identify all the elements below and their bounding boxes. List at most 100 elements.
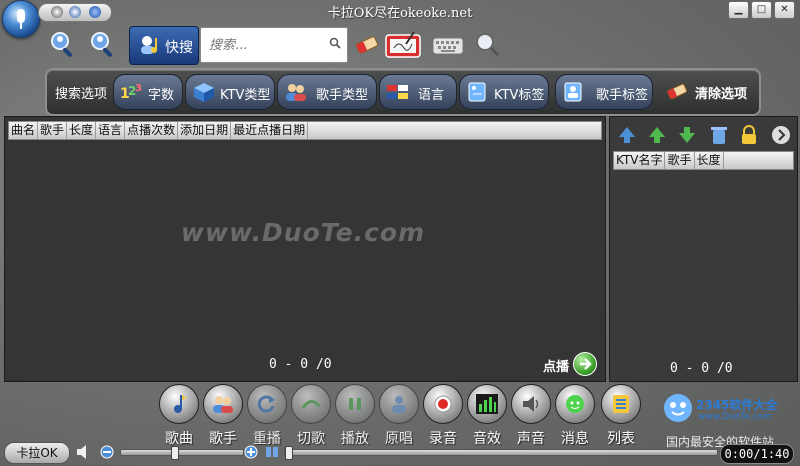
search-singer-icon[interactable] (88, 30, 118, 60)
col-singer[interactable]: 歌手 (665, 152, 695, 169)
search-input[interactable] (207, 36, 323, 54)
status-bar: 卡拉OK 0:00/1:40 (0, 440, 800, 466)
trash-icon[interactable] (708, 124, 730, 146)
playlist-panel: KTV名字 歌手 长度 0 - 0 /0 (609, 116, 798, 382)
users-icon (286, 84, 306, 101)
speaker-icon[interactable] (76, 445, 92, 459)
chevron-right-icon[interactable] (770, 124, 792, 146)
flags-icon (387, 85, 408, 99)
cube-icon (194, 83, 214, 102)
record-icon (434, 395, 452, 413)
messages-button[interactable]: 消息 (553, 384, 597, 448)
arrow-right-icon (573, 352, 597, 376)
search-box (200, 27, 348, 63)
person-icon (392, 396, 406, 413)
search-icon[interactable] (329, 37, 341, 49)
minimize-button[interactable]: ▁ (728, 1, 749, 19)
magnifier-icon[interactable] (472, 30, 502, 60)
progress-thumb[interactable] (285, 446, 293, 460)
watermark: www.DuoTe.com (180, 218, 426, 247)
person-tag-icon (564, 82, 582, 102)
eraser-icon[interactable] (352, 30, 382, 60)
handwriting-icon[interactable] (384, 30, 424, 60)
play-song-button[interactable]: 点播 (507, 352, 597, 376)
keyboard-icon[interactable] (432, 30, 464, 60)
option-language[interactable]: 语言 (379, 74, 457, 110)
lock-icon[interactable] (738, 124, 760, 146)
speaker-icon (523, 396, 539, 412)
col-play-count[interactable]: 点播次数 (125, 122, 179, 139)
replay-button[interactable]: 重播 (245, 384, 289, 448)
music-note-icon (174, 395, 187, 413)
window-title: 卡拉OK尽在okeoke.net (327, 6, 473, 21)
search-options-label: 搜索选项 (55, 87, 108, 102)
skin-icon[interactable] (69, 6, 81, 18)
quick-search-button[interactable]: 快搜 (129, 26, 199, 65)
move-up-icon[interactable] (646, 124, 668, 146)
move-down-icon[interactable] (676, 124, 698, 146)
play-song-label: 点播 (542, 360, 569, 375)
col-song-name[interactable]: 曲名 (9, 122, 39, 139)
col-date-added[interactable]: 添加日期 (178, 122, 232, 139)
option-label: 语言 (418, 88, 445, 103)
clear-options-button[interactable]: 清除选项 (659, 74, 755, 108)
next-song-button[interactable]: 切歌 (289, 384, 333, 448)
volume-thumb[interactable] (171, 446, 179, 460)
settings-icon[interactable] (51, 6, 63, 18)
close-button[interactable]: ✕ (774, 1, 795, 19)
info-icon[interactable] (89, 6, 101, 18)
col-length[interactable]: 长度 (67, 122, 97, 139)
svg-text:3: 3 (135, 83, 142, 94)
col-language[interactable]: 语言 (96, 122, 126, 139)
song-list-count: 0 - 0 /0 (269, 357, 332, 372)
progress-slider[interactable] (284, 446, 718, 460)
toolbar: 快搜 (0, 26, 800, 66)
sound-effects-button[interactable]: 音效 (465, 384, 509, 448)
option-label: 歌手类型 (316, 88, 369, 103)
playback-time: 0:00/1:40 (720, 444, 794, 464)
option-label: KTV类型 (220, 88, 271, 103)
skip-icon (301, 400, 321, 409)
users-icon (213, 396, 233, 413)
playlist-count: 0 - 0 /0 (670, 361, 733, 376)
record-button[interactable]: 录音 (421, 384, 465, 448)
option-label: 字数 (148, 88, 175, 103)
option-singer-type[interactable]: 歌手类型 (277, 74, 377, 110)
original-vocal-button[interactable]: 原唱 (377, 384, 421, 448)
volume-button[interactable]: 声音 (509, 384, 553, 448)
search-user-icon[interactable] (48, 30, 78, 60)
option-label: KTV标签 (494, 88, 545, 103)
option-singer-tag[interactable]: 歌手标签 (555, 74, 653, 110)
volume-down-icon[interactable] (100, 445, 114, 459)
replay-icon (257, 395, 275, 413)
option-ktv-tag[interactable]: KTV标签 (459, 74, 549, 110)
col-singer[interactable]: 歌手 (38, 122, 68, 139)
karaoke-button[interactable]: 卡拉OK (4, 442, 70, 464)
col-last-played[interactable]: 最近点播日期 (231, 122, 309, 139)
play-button[interactable]: 播放 (333, 384, 377, 448)
list-icon (613, 395, 629, 413)
tag-icon (468, 82, 486, 102)
clear-options-label: 清除选项 (695, 87, 748, 102)
list-button[interactable]: 列表 (599, 384, 643, 448)
chat-icon (566, 395, 584, 413)
volume-up-icon[interactable] (244, 445, 258, 459)
maximize-button[interactable]: □ (751, 1, 772, 19)
col-length[interactable]: 长度 (695, 152, 724, 169)
title-bar: 卡拉OK尽在okeoke.net ▁ □ ✕ (0, 0, 800, 22)
col-ktv-name[interactable]: KTV名字 (614, 152, 666, 169)
singers-button[interactable]: 歌手 (201, 384, 245, 448)
numbers-icon: 1 2 3 (120, 83, 142, 102)
option-char-count[interactable]: 1 2 3 字数 (113, 74, 183, 110)
quick-icons (38, 3, 112, 22)
play-pause-icon (349, 398, 361, 410)
brand-name: 2345软件大全 (696, 398, 778, 412)
songs-button[interactable]: 歌曲 (157, 384, 201, 448)
volume-slider[interactable] (120, 446, 244, 460)
mini-mode-icon[interactable] (266, 447, 278, 457)
mascot-icon (664, 394, 692, 422)
option-ktv-type[interactable]: KTV类型 (185, 74, 275, 110)
move-top-icon[interactable] (616, 124, 638, 146)
quick-search-label: 快搜 (165, 40, 193, 56)
window-controls: ▁ □ ✕ (728, 1, 795, 19)
